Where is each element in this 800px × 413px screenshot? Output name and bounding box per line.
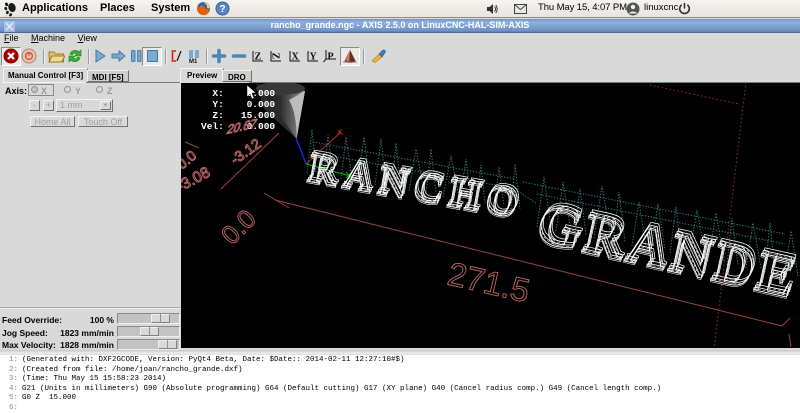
svg-text:M1: M1 (189, 59, 198, 64)
svg-text:P: P (328, 52, 334, 63)
svg-text:?: ? (219, 4, 225, 15)
svg-text:X: X (292, 52, 300, 63)
svg-text:Z: Z (270, 53, 281, 60)
svg-text:X: 0.000: X: 0.000 (201, 88, 275, 99)
svg-text:Z: Z (255, 52, 262, 63)
svg-text:Y: Y (310, 52, 318, 63)
svg-text:Y: 0.000: Y: 0.000 (201, 99, 275, 110)
